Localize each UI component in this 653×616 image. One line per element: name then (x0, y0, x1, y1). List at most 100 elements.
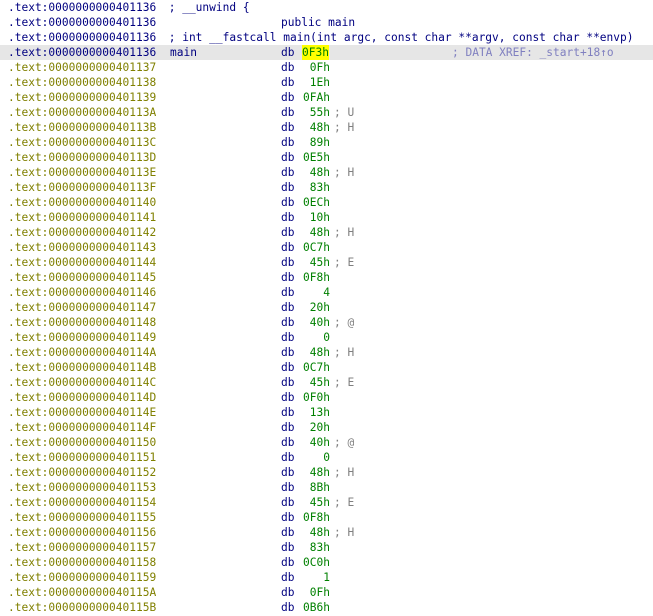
listing-line[interactable]: .text:0000000000401136 ; __unwind { (0, 0, 653, 15)
listing-line[interactable]: .text:0000000000401150 db 40h ; @ (0, 435, 653, 450)
operand[interactable]: 10h (300, 210, 330, 225)
listing-line[interactable]: .text:0000000000401136 ; int __fastcall … (0, 30, 653, 45)
operand[interactable]: 48h (300, 465, 330, 480)
operand[interactable]: 1Eh (300, 75, 330, 90)
listing-line[interactable]: .text:000000000040114B db 0C7h (0, 360, 653, 375)
listing-line[interactable]: .text:000000000040114F db 20h (0, 420, 653, 435)
operand[interactable]: 20h (300, 300, 330, 315)
mnemonic: db (281, 601, 295, 614)
operand[interactable]: 0F8h (300, 270, 330, 285)
line-address: .text:0000000000401157 (8, 541, 157, 554)
operand[interactable]: 0Fh (300, 60, 330, 75)
line-address: .text:0000000000401142 (8, 226, 157, 239)
listing-line[interactable]: .text:0000000000401156 db 48h ; H (0, 525, 653, 540)
mnemonic: db (281, 76, 295, 89)
operand[interactable]: 0F8h (300, 510, 330, 525)
listing-line[interactable]: .text:000000000040113C db 89h (0, 135, 653, 150)
line-address: .text:0000000000401156 (8, 526, 157, 539)
ascii-comment: ; H (334, 121, 355, 134)
listing-line[interactable]: .text:000000000040114E db 13h (0, 405, 653, 420)
listing-line[interactable]: .text:000000000040113A db 55h ; U (0, 105, 653, 120)
line-address: .text:000000000040114F (8, 421, 157, 434)
listing-line[interactable]: .text:0000000000401145 db 0F8h (0, 270, 653, 285)
listing-line[interactable]: .text:0000000000401147 db 20h (0, 300, 653, 315)
listing-line[interactable]: .text:0000000000401154 db 45h ; E (0, 495, 653, 510)
mnemonic: db (281, 271, 295, 284)
operand[interactable]: 0B6h (300, 600, 330, 615)
operand[interactable]: 20h (300, 420, 330, 435)
listing-line[interactable]: .text:000000000040114C db 45h ; E (0, 375, 653, 390)
listing-line[interactable]: .text:0000000000401158 db 0C0h (0, 555, 653, 570)
listing-line[interactable]: .text:000000000040115A db 0Fh (0, 585, 653, 600)
operand[interactable]: 0FAh (300, 90, 330, 105)
line-address: .text:0000000000401141 (8, 211, 157, 224)
listing-line[interactable]: .text:0000000000401157 db 83h (0, 540, 653, 555)
listing-line[interactable]: .text:0000000000401153 db 8Bh (0, 480, 653, 495)
listing-line[interactable]: .text:0000000000401146 db 4 (0, 285, 653, 300)
function-label[interactable]: main (170, 45, 197, 60)
operand[interactable]: 1 (300, 570, 330, 585)
operand[interactable]: 0 (300, 330, 330, 345)
listing-line[interactable]: .text:0000000000401136 public main (0, 15, 653, 30)
listing-line[interactable]: .text:000000000040114A db 48h ; H (0, 345, 653, 360)
operand[interactable]: 0Fh (300, 585, 330, 600)
listing-line[interactable]: .text:000000000040114D db 0F0h (0, 390, 653, 405)
operand[interactable]: 0 (300, 450, 330, 465)
operand[interactable]: 0F0h (300, 390, 330, 405)
listing-line[interactable]: .text:000000000040115B db 0B6h (0, 600, 653, 615)
operand[interactable]: 40h (300, 315, 330, 330)
operand[interactable]: 4 (300, 285, 330, 300)
operand[interactable]: 0ECh (300, 195, 330, 210)
operand[interactable]: 45h (300, 495, 330, 510)
listing-line[interactable]: .text:0000000000401138 db 1Eh (0, 75, 653, 90)
operand[interactable]: 48h (300, 225, 330, 240)
operand[interactable]: 55h (300, 105, 330, 120)
operand-cursor[interactable]: 0F3h (302, 45, 329, 60)
line-address: .text:0000000000401136 (8, 46, 157, 59)
line-address: .text:0000000000401140 (8, 196, 157, 209)
mnemonic: db (281, 571, 295, 584)
operand[interactable]: 48h (300, 120, 330, 135)
line-address: .text:000000000040114C (8, 376, 157, 389)
listing-line[interactable]: .text:0000000000401143 db 0C7h (0, 240, 653, 255)
operand[interactable]: 40h (300, 435, 330, 450)
line-address: .text:0000000000401138 (8, 76, 157, 89)
listing-line[interactable]: .text:000000000040113D db 0E5h (0, 150, 653, 165)
mnemonic: db (281, 361, 295, 374)
xref-comment[interactable]: ; DATA XREF: _start+18↑o (452, 45, 614, 60)
operand[interactable]: 45h (300, 255, 330, 270)
line-address: .text:000000000040114D (8, 391, 157, 404)
mnemonic: db (281, 436, 295, 449)
operand[interactable]: 83h (300, 540, 330, 555)
operand[interactable]: 45h (300, 375, 330, 390)
operand[interactable]: 48h (300, 165, 330, 180)
listing-line[interactable]: .text:000000000040113E db 48h ; H (0, 165, 653, 180)
operand[interactable]: 83h (300, 180, 330, 195)
operand[interactable]: 48h (300, 345, 330, 360)
operand[interactable]: 48h (300, 525, 330, 540)
operand[interactable]: 0C7h (300, 360, 330, 375)
listing-line[interactable]: .text:0000000000401152 db 48h ; H (0, 465, 653, 480)
listing-line[interactable]: .text:0000000000401141 db 10h (0, 210, 653, 225)
listing-line[interactable]: .text:0000000000401155 db 0F8h (0, 510, 653, 525)
listing-line[interactable]: .text:0000000000401140 db 0ECh (0, 195, 653, 210)
listing-line[interactable]: .text:0000000000401151 db 0 (0, 450, 653, 465)
listing-line-current[interactable]: .text:0000000000401136 main db 0F3h ; DA… (0, 45, 653, 60)
operand[interactable]: 13h (300, 405, 330, 420)
operand[interactable]: 8Bh (300, 480, 330, 495)
listing-line[interactable]: .text:000000000040113F db 83h (0, 180, 653, 195)
mnemonic: db (281, 541, 295, 554)
listing-line[interactable]: .text:0000000000401159 db 1 (0, 570, 653, 585)
operand[interactable]: 89h (300, 135, 330, 150)
listing-line[interactable]: .text:000000000040113B db 48h ; H (0, 120, 653, 135)
listing-line[interactable]: .text:0000000000401144 db 45h ; E (0, 255, 653, 270)
listing-line[interactable]: .text:0000000000401137 db 0Fh (0, 60, 653, 75)
disassembly-listing[interactable]: .text:0000000000401136 ; __unwind { .tex… (0, 0, 653, 616)
operand[interactable]: 0C7h (300, 240, 330, 255)
listing-line[interactable]: .text:0000000000401149 db 0 (0, 330, 653, 345)
listing-line[interactable]: .text:0000000000401142 db 48h ; H (0, 225, 653, 240)
operand[interactable]: 0C0h (300, 555, 330, 570)
listing-line[interactable]: .text:0000000000401148 db 40h ; @ (0, 315, 653, 330)
listing-line[interactable]: .text:0000000000401139 db 0FAh (0, 90, 653, 105)
operand[interactable]: 0E5h (300, 150, 330, 165)
